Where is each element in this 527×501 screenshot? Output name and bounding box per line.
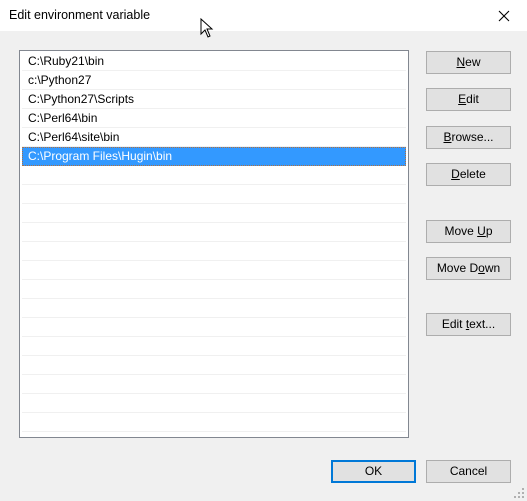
- delete-label-accel: D: [451, 167, 460, 181]
- new-label-post: ew: [465, 55, 481, 69]
- close-icon: [498, 10, 510, 21]
- empty-list-row[interactable]: [22, 375, 406, 394]
- ok-label: OK: [364, 464, 383, 478]
- move-down-label-accel: o: [478, 261, 485, 275]
- cancel-label: Cancel: [449, 464, 488, 478]
- path-list[interactable]: C:\Ruby21\bin c:\Python27 C:\Python27\Scri…: [19, 50, 409, 438]
- empty-list-row[interactable]: [22, 394, 406, 413]
- ok-button[interactable]: OK: [331, 460, 416, 483]
- list-item[interactable]: C:\Program Files\Hugin\bin: [22, 147, 406, 166]
- empty-list-row[interactable]: [22, 185, 406, 204]
- cancel-button[interactable]: Cancel: [426, 460, 511, 483]
- list-item[interactable]: C:\Perl64\site\bin: [22, 128, 406, 147]
- move-up-label-post: p: [485, 224, 493, 238]
- empty-list-row[interactable]: [22, 413, 406, 432]
- empty-list-row[interactable]: [22, 204, 406, 223]
- edit-button[interactable]: Edit: [426, 88, 511, 111]
- browse-label-post: rowse...: [451, 130, 494, 144]
- list-item[interactable]: C:\Ruby21\bin: [22, 52, 406, 71]
- empty-list-row[interactable]: [22, 299, 406, 318]
- empty-list-row[interactable]: [22, 337, 406, 356]
- move-up-label-pre: Move: [444, 224, 478, 238]
- edit-text-label-pre: Edit: [441, 317, 466, 331]
- window-title: Edit environment variable: [9, 8, 151, 22]
- mouse-cursor-icon: [200, 18, 214, 38]
- empty-list-row[interactable]: [22, 261, 406, 280]
- edit-label-accel: E: [458, 92, 467, 106]
- move-down-label-pre: Move D: [436, 261, 479, 275]
- close-button[interactable]: [481, 0, 527, 31]
- move-down-label-post: wn: [484, 261, 501, 275]
- title-bar: Edit environment variable: [0, 0, 527, 31]
- edit-label-post: dit: [466, 92, 479, 106]
- move-up-button[interactable]: Move Up: [426, 220, 511, 243]
- new-button[interactable]: New: [426, 51, 511, 74]
- edit-text-label-post: ext...: [469, 317, 496, 331]
- move-up-label-accel: U: [477, 224, 486, 238]
- browse-label-accel: B: [443, 130, 452, 144]
- delete-button[interactable]: Delete: [426, 163, 511, 186]
- empty-list-row[interactable]: [22, 356, 406, 375]
- edit-text-button[interactable]: Edit text...: [426, 313, 511, 336]
- empty-list-row[interactable]: [22, 223, 406, 242]
- resize-grip-icon[interactable]: [513, 487, 525, 499]
- empty-list-row[interactable]: [22, 166, 406, 185]
- list-item[interactable]: C:\Python27\Scripts: [22, 90, 406, 109]
- empty-list-row[interactable]: [22, 318, 406, 337]
- empty-list-row[interactable]: [22, 242, 406, 261]
- empty-list-row[interactable]: [22, 280, 406, 299]
- list-item[interactable]: C:\Perl64\bin: [22, 109, 406, 128]
- list-item[interactable]: c:\Python27: [22, 71, 406, 90]
- browse-button[interactable]: Browse...: [426, 126, 511, 149]
- delete-label-post: elete: [459, 167, 486, 181]
- move-down-button[interactable]: Move Down: [426, 257, 511, 280]
- new-label-accel: N: [456, 55, 466, 69]
